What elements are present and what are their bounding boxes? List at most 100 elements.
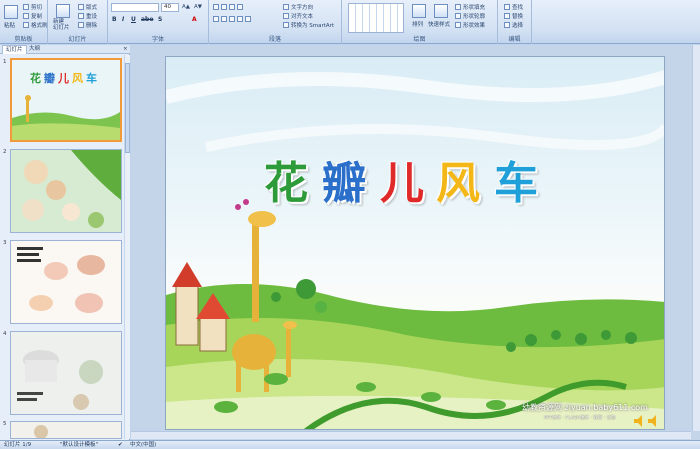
- layout-button[interactable]: 版式: [78, 3, 97, 11]
- paste-icon[interactable]: [4, 5, 18, 19]
- slide-counter: 幻灯片 1/9: [4, 442, 32, 448]
- svg-text:瓣: 瓣: [44, 71, 55, 85]
- slide-background-art: [166, 70, 664, 429]
- editor-horizontal-scrollbar[interactable]: [131, 431, 691, 439]
- title-char-2[interactable]: 瓣: [322, 147, 366, 211]
- quick-styles-icon[interactable]: [434, 4, 448, 18]
- spellcheck-icon[interactable]: ✔: [118, 441, 123, 449]
- slide-thumbnail-4[interactable]: [10, 331, 122, 415]
- shape-effects-button[interactable]: 形状效果: [455, 21, 485, 29]
- editing-group: 查找 替换 选择 编辑: [498, 0, 532, 44]
- slide-canvas[interactable]: 花 瓣 儿 风 车 幼教资源网 ziyuan.baby611.com PPT课件…: [165, 56, 665, 430]
- bold-button[interactable]: B: [112, 16, 117, 23]
- select-button[interactable]: 选择: [504, 21, 523, 29]
- paragraph-label: 段落: [268, 36, 281, 43]
- font-name-combo[interactable]: [111, 3, 159, 12]
- panel-scrollbar[interactable]: [124, 55, 130, 439]
- bullets-button[interactable]: [213, 4, 243, 10]
- slide-editor: 花 瓣 儿 风 车 幼教资源网 ziyuan.baby611.com PPT课件…: [131, 45, 700, 440]
- format-painter-button[interactable]: 格式刷: [23, 21, 48, 29]
- editor-vertical-scrollbar[interactable]: [692, 45, 700, 431]
- slides-panel: 幻灯片 大纲 × 1 花 瓣 儿 风 车 2 3 4 5: [0, 45, 130, 440]
- title-char-4[interactable]: 风: [436, 147, 480, 211]
- select-icon: [504, 22, 510, 28]
- thumb-number: 5: [3, 421, 7, 427]
- shrink-font-button[interactable]: A▼: [194, 4, 202, 10]
- replace-button[interactable]: 替换: [504, 12, 523, 20]
- svg-text:车: 车: [86, 71, 97, 85]
- watermark-subtext: PPT课件 · FLASH课件 · 教案 · 试卷: [544, 416, 616, 421]
- thumbnail-5-image: [11, 422, 121, 438]
- grow-font-button[interactable]: A▲: [182, 4, 190, 10]
- panel-tabs: 幻灯片 大纲 ×: [0, 45, 130, 54]
- reset-icon: [78, 13, 84, 19]
- copy-button[interactable]: 复制: [23, 12, 42, 20]
- columns-icon: [245, 16, 251, 22]
- align-buttons[interactable]: [213, 16, 251, 22]
- slides-group: 新建 幻灯片 版式 重设 删除 幻灯片: [48, 0, 108, 44]
- text-direction-button[interactable]: 文字方向: [283, 3, 313, 11]
- ribbon: 粘贴 剪切 复制 格式刷 剪贴板 新建 幻灯片 版式 重设 删除 幻灯片 40 …: [0, 0, 700, 44]
- justify-icon: [237, 16, 243, 22]
- slide-thumbnail-5[interactable]: [10, 421, 122, 439]
- new-slide-icon[interactable]: [56, 4, 70, 18]
- align-center-icon: [221, 16, 227, 22]
- thumbnail-2-image: [11, 150, 121, 232]
- text-direction-icon: [283, 4, 289, 10]
- font-size-combo[interactable]: 40: [161, 3, 179, 12]
- thumb-number: 3: [3, 240, 7, 246]
- shadow-button[interactable]: S: [158, 16, 162, 23]
- delete-button[interactable]: 删除: [78, 21, 97, 29]
- align-text-button[interactable]: 对齐文本: [283, 12, 313, 20]
- brush-icon: [23, 22, 29, 28]
- title-char-3[interactable]: 儿: [380, 147, 424, 211]
- title-char-5[interactable]: 车: [494, 147, 538, 211]
- bullets-icon: [213, 4, 219, 10]
- cut-button[interactable]: 剪切: [23, 3, 42, 11]
- replace-icon: [504, 13, 510, 19]
- strikethrough-button[interactable]: abe: [141, 16, 153, 23]
- thumb-number: 1: [3, 59, 7, 65]
- font-group: 40 A▲ A▼ B I U abe S A 字体: [108, 0, 209, 44]
- fill-icon: [455, 4, 461, 10]
- indent-icon: [229, 4, 235, 10]
- svg-text:风: 风: [72, 71, 83, 85]
- smartart-button[interactable]: 转换为 SmartArt: [283, 21, 334, 29]
- align-right-icon: [229, 16, 235, 22]
- outline-icon: [455, 13, 461, 19]
- copy-icon: [23, 13, 29, 19]
- slides-label: 幻灯片: [68, 36, 87, 43]
- panel-scroll-thumb[interactable]: [125, 63, 130, 153]
- reset-button[interactable]: 重设: [78, 12, 97, 20]
- numbering-icon: [221, 4, 227, 10]
- arrange-icon[interactable]: [412, 4, 426, 18]
- slide-thumbnail-3[interactable]: [10, 240, 122, 324]
- paragraph-group: 文字方向 对齐文本 转换为 SmartArt 段落: [209, 0, 342, 44]
- shape-outline-button[interactable]: 形状轮廓: [455, 12, 485, 20]
- find-button[interactable]: 查找: [504, 3, 523, 11]
- clipboard-label: 剪贴板: [14, 36, 33, 43]
- drawing-label: 绘图: [413, 36, 426, 43]
- italic-button[interactable]: I: [122, 16, 124, 23]
- layout-icon: [78, 4, 84, 10]
- font-color-button[interactable]: A: [192, 16, 197, 23]
- slide-thumbnail-2[interactable]: [10, 149, 122, 233]
- shapes-gallery[interactable]: [348, 3, 404, 33]
- watermark-text: 幼教资源网 ziyuan.baby611.com: [522, 403, 648, 412]
- underline-button[interactable]: U: [131, 16, 136, 23]
- close-panel-icon[interactable]: ×: [120, 45, 131, 54]
- tab-outline[interactable]: 大纲: [26, 45, 43, 54]
- thumb-number: 4: [3, 331, 7, 337]
- smartart-icon: [283, 22, 289, 28]
- slide-thumbnail-1[interactable]: 花 瓣 儿 风 车: [10, 58, 122, 142]
- new-slide-button[interactable]: 新建 幻灯片: [53, 19, 70, 31]
- drawing-group: 排列 快速样式 形状填充 形状轮廓 形状效果 绘图: [342, 0, 498, 44]
- shape-fill-button[interactable]: 形状填充: [455, 3, 485, 11]
- title-char-1[interactable]: 花: [264, 147, 308, 211]
- paste-button[interactable]: 粘贴: [4, 21, 15, 29]
- svg-text:花: 花: [30, 71, 41, 85]
- quick-styles-button[interactable]: 快速样式: [428, 20, 450, 28]
- arrange-button[interactable]: 排列: [412, 20, 423, 28]
- tab-slides[interactable]: 幻灯片: [2, 45, 27, 54]
- status-bar: 幻灯片 1/9 "默认设计模板" ✔ 中文(中国): [0, 440, 700, 449]
